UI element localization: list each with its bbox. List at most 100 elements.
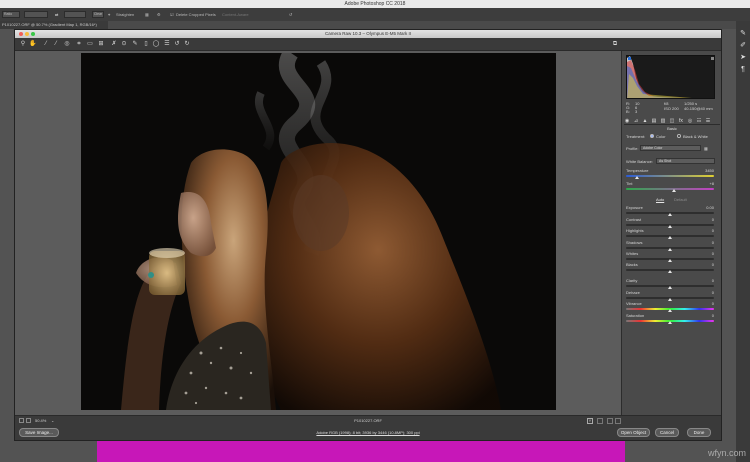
- close-window-icon[interactable]: [19, 32, 23, 36]
- slider-thumb-exposure[interactable]: [668, 213, 672, 216]
- straighten-icon[interactable]: ⌖: [108, 11, 110, 18]
- reset-icon[interactable]: ↺: [289, 11, 292, 18]
- slider-thumb-whites[interactable]: [668, 259, 672, 262]
- paragraph-icon[interactable]: ¶: [739, 66, 747, 74]
- adjustment-brush-icon[interactable]: ✎: [131, 40, 139, 48]
- rotate-cw-icon[interactable]: ↻: [183, 40, 191, 48]
- path-select-icon[interactable]: ➤: [739, 54, 747, 62]
- ratio-select[interactable]: Ratio: [2, 11, 20, 18]
- tab-effects[interactable]: fx: [678, 118, 684, 124]
- pen-tool-icon[interactable]: ✎: [739, 30, 747, 38]
- document-tab[interactable]: P1010227.ORF @ 50.7% (Gradient Map 1, RG…: [0, 21, 108, 29]
- hand-tool-icon[interactable]: ✋: [29, 40, 37, 48]
- minimize-window-icon[interactable]: [25, 32, 29, 36]
- treatment-color-radio[interactable]: [650, 134, 654, 138]
- photo-preview[interactable]: [81, 53, 556, 410]
- done-button[interactable]: Done: [687, 428, 711, 437]
- slider-value-blacks[interactable]: 0: [700, 262, 714, 267]
- delete-cropped-checkbox[interactable]: ☑: [170, 11, 174, 18]
- b-label: B:: [626, 109, 630, 114]
- slider-value-exposure[interactable]: 0.00: [700, 205, 714, 210]
- swap-icon[interactable]: ⇄: [55, 11, 58, 18]
- grid-overlay-icon[interactable]: ▦: [145, 11, 149, 18]
- auto-link[interactable]: Auto: [656, 197, 664, 202]
- fullscreen-toggle-icon[interactable]: ⧉: [611, 40, 619, 48]
- white-balance-tool-icon[interactable]: ⁄: [42, 40, 50, 48]
- spot-removal-tool-icon[interactable]: ✗: [110, 40, 118, 48]
- slider-thumb-vibrance[interactable]: [668, 309, 672, 312]
- tab-hsl[interactable]: ▤: [651, 118, 657, 124]
- workflow-options-link[interactable]: Adobe RGB (1998); 8 bit; 3936 by 3446 (1…: [15, 428, 721, 437]
- slider-thumb-saturation[interactable]: [668, 321, 672, 324]
- slider-thumb-highlights[interactable]: [668, 236, 672, 239]
- slider-value-whites[interactable]: 0: [700, 251, 714, 256]
- tint-value[interactable]: +8: [700, 181, 714, 186]
- slider-value-contrast[interactable]: 0: [700, 217, 714, 222]
- slider-label-exposure: Exposure: [626, 205, 643, 210]
- panel-heading-label: Basic: [667, 126, 677, 131]
- swap-before-after-icon[interactable]: [597, 418, 603, 424]
- straighten-tool-icon[interactable]: ▭: [86, 40, 94, 48]
- slider-value-dehaze[interactable]: 0: [700, 290, 714, 295]
- white-balance-dropdown[interactable]: As Shot: [656, 158, 715, 164]
- temperature-value[interactable]: 3450: [700, 168, 714, 173]
- preview-area: [15, 51, 621, 415]
- camera-raw-titlebar: Camera Raw 10.3 – Olympus E-M5 Mark II: [15, 30, 721, 38]
- crop-tool-icon[interactable]: ⌗: [75, 40, 83, 48]
- width-field[interactable]: [24, 11, 48, 18]
- slider-value-vibrance[interactable]: 0: [700, 301, 714, 306]
- slider-label-highlights: Highlights: [626, 228, 644, 233]
- clear-button[interactable]: Clear: [92, 11, 104, 18]
- document-area-strip: [108, 21, 736, 29]
- default-link[interactable]: Default: [674, 197, 687, 202]
- tab-tone-curve[interactable]: ⊿: [633, 118, 639, 124]
- tab-split-toning[interactable]: ▥: [660, 118, 666, 124]
- zoom-window-icon[interactable]: [31, 32, 35, 36]
- radial-filter-icon[interactable]: ◯: [152, 40, 160, 48]
- slider-value-highlights[interactable]: 0: [700, 228, 714, 233]
- slider-value-saturation[interactable]: 0: [700, 313, 714, 318]
- tab-presets[interactable]: ☷: [696, 118, 702, 124]
- profile-browser-icon[interactable]: ▦: [704, 146, 708, 151]
- slider-thumb-shadows[interactable]: [668, 248, 672, 251]
- app-title-bar: Adobe Photoshop CC 2018: [0, 0, 750, 8]
- treatment-bw-radio[interactable]: [677, 134, 681, 138]
- tint-label: Tint: [626, 181, 633, 186]
- graduated-filter-icon[interactable]: ▯: [142, 40, 150, 48]
- panel-tabs: ◉ ⊿ ▲ ▤ ▥ ◫ fx ◎ ☷ ☰: [624, 117, 720, 125]
- slider-thumb-dehaze[interactable]: [668, 298, 672, 301]
- tab-calibration[interactable]: ◎: [687, 118, 693, 124]
- lens-value: 40-150@40 mm: [684, 106, 713, 111]
- preferences-icon[interactable]: ☰: [163, 40, 171, 48]
- color-sampler-tool-icon[interactable]: ⁄: [52, 40, 60, 48]
- slider-thumb-contrast[interactable]: [668, 225, 672, 228]
- red-eye-tool-icon[interactable]: ⊙: [120, 40, 128, 48]
- brush-tool-icon[interactable]: ✐: [739, 42, 747, 50]
- slider-label-clarity: Clarity: [626, 278, 638, 283]
- slider-value-clarity[interactable]: 0: [700, 278, 714, 283]
- slider-thumb-clarity[interactable]: [668, 286, 672, 289]
- tab-snapshots[interactable]: ☰: [705, 118, 711, 124]
- temperature-slider-thumb[interactable]: [634, 176, 639, 179]
- before-after-y-icon[interactable]: Y: [587, 418, 593, 424]
- tint-slider-thumb[interactable]: [672, 189, 677, 192]
- slider-label-vibrance: Vibrance: [626, 301, 642, 306]
- slider-label-contrast: Contrast: [626, 217, 642, 222]
- tab-detail[interactable]: ▲: [642, 118, 648, 124]
- rotate-ccw-icon[interactable]: ↺: [173, 40, 181, 48]
- tab-lens-corrections[interactable]: ◫: [669, 118, 675, 124]
- document-tab-label: P1010227.ORF @ 50.7% (Gradient Map 1, RG…: [2, 22, 97, 27]
- zoom-tool-icon[interactable]: ⚲: [19, 40, 27, 48]
- settings-gear-icon[interactable]: ⚙: [157, 11, 161, 18]
- tab-basic[interactable]: ◉: [624, 118, 630, 124]
- cancel-button[interactable]: Cancel: [655, 428, 679, 437]
- copy-settings-icon[interactable]: [607, 418, 613, 424]
- open-object-button[interactable]: Open Object: [617, 428, 650, 437]
- profile-dropdown[interactable]: Adobe Color: [640, 145, 701, 151]
- targeted-adjustment-tool-icon[interactable]: ◎: [63, 40, 71, 48]
- transform-tool-icon[interactable]: ⊞: [97, 40, 105, 48]
- slider-thumb-blacks[interactable]: [668, 270, 672, 273]
- height-field[interactable]: [64, 11, 86, 18]
- slider-value-shadows[interactable]: 0: [700, 240, 714, 245]
- toggle-preview-icon[interactable]: [615, 418, 621, 424]
